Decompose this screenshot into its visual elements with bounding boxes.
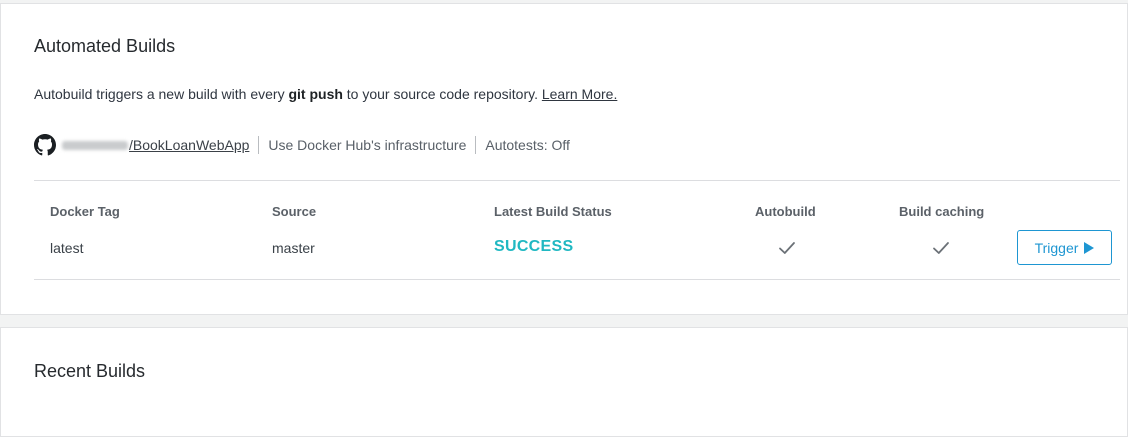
header-latest-build-status: Latest Build Status xyxy=(494,204,612,219)
trigger-label: Trigger xyxy=(1034,239,1079,256)
build-caching-check-icon xyxy=(933,242,949,254)
build-rules-table: Docker Tag Source Latest Build Status Au… xyxy=(34,180,1120,280)
divider xyxy=(258,136,260,154)
header-build-caching: Build caching xyxy=(899,204,985,219)
description-git-push: git push xyxy=(288,86,343,102)
divider xyxy=(475,136,477,154)
repo-link[interactable]: /BookLoanWebApp xyxy=(129,137,249,153)
automated-builds-title: Automated Builds xyxy=(34,36,176,56)
autobuild-description: Autobuild triggers a new build with ever… xyxy=(34,86,617,102)
trigger-button[interactable]: Trigger xyxy=(1017,230,1112,265)
recent-builds-title: Recent Builds xyxy=(34,361,146,381)
row-docker-tag: latest xyxy=(50,240,84,256)
autobuild-check-icon xyxy=(779,242,795,254)
recent-builds-card xyxy=(0,327,1128,437)
header-autobuild: Autobuild xyxy=(755,204,816,219)
autotests-label: Autotests: Off xyxy=(485,137,570,153)
build-status-badge[interactable]: SUCCESS xyxy=(494,238,573,256)
description-suffix: to your source code repository. xyxy=(342,86,542,102)
infrastructure-label: Use Docker Hub's infrastructure xyxy=(268,137,467,153)
github-icon xyxy=(34,134,56,156)
play-icon xyxy=(1084,241,1095,254)
repo-info-row: /BookLoanWebApp Use Docker Hub's infrast… xyxy=(34,134,570,156)
description-prefix: Autobuild triggers a new build with ever… xyxy=(34,86,289,102)
header-source: Source xyxy=(272,204,317,219)
row-source: master xyxy=(272,240,315,256)
header-docker-tag: Docker Tag xyxy=(50,204,120,219)
redacted-owner xyxy=(62,140,128,150)
learn-more-link[interactable]: Learn More. xyxy=(542,86,617,102)
